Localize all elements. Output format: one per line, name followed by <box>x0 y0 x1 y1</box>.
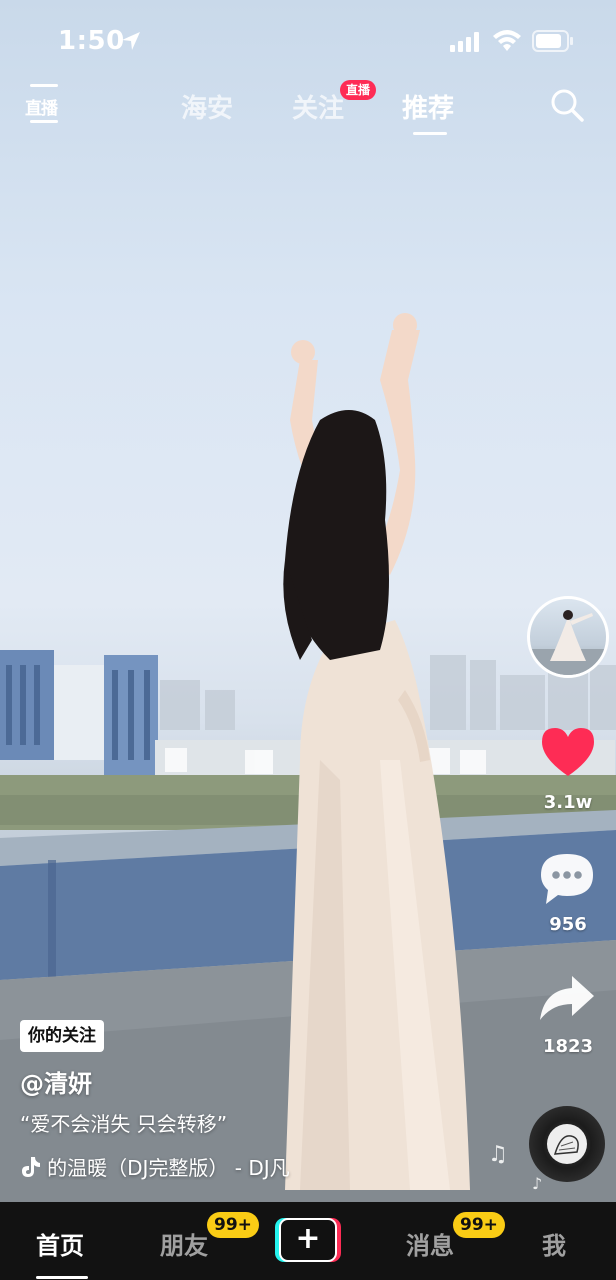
like-heart-icon[interactable] <box>538 724 598 780</box>
music-disc-icon[interactable] <box>529 1106 605 1182</box>
live-tv-icon[interactable]: 直播 <box>24 82 64 126</box>
following-live-badge: 直播 <box>340 80 377 100</box>
messages-badge: 99+ <box>453 1212 505 1238</box>
share-count: 1823 <box>542 1036 594 1057</box>
top-nav: 直播 海安 关注 直播 推荐 <box>0 80 616 136</box>
status-bar: 1:50 <box>0 0 616 84</box>
comment-icon[interactable] <box>538 850 596 908</box>
music-marquee[interactable]: 的温暖（DJ完整版） - DJ凡 <box>20 1152 340 1180</box>
battery-icon <box>532 30 573 52</box>
search-icon[interactable] <box>548 86 586 124</box>
music-note-icon: ♫ <box>488 1142 508 1167</box>
tab-me[interactable]: 我 <box>542 1226 566 1261</box>
music-note-small-icon: ♪ <box>532 1174 543 1193</box>
create-button[interactable]: + <box>275 1218 341 1262</box>
tab-recommended[interactable]: 推荐 <box>402 88 454 125</box>
author-avatar[interactable] <box>527 596 609 678</box>
tab-friends[interactable]: 朋友 <box>160 1226 208 1261</box>
status-time: 1:50 <box>58 26 125 56</box>
bottom-tab-bar: 首页 朋友 99+ + 消息 99+ 我 <box>0 1202 616 1280</box>
tab-local[interactable]: 海安 <box>181 88 233 125</box>
music-cover-sketch-icon <box>553 1135 579 1155</box>
music-title: 的温暖（DJ完整版） - DJ凡 <box>47 1156 290 1180</box>
avatar-image <box>530 610 606 675</box>
home-tab-indicator <box>36 1276 88 1279</box>
like-count: 3.1w <box>543 792 593 813</box>
share-arrow-icon[interactable] <box>538 974 596 1024</box>
tab-messages[interactable]: 消息 <box>406 1226 454 1261</box>
tiktok-note-icon <box>22 1156 40 1177</box>
author-handle[interactable]: @清妍 <box>20 1064 92 1099</box>
plus-icon: + <box>295 1221 321 1256</box>
live-icon-label: 直播 <box>25 99 58 119</box>
active-tab-indicator <box>413 132 447 135</box>
music-cover <box>547 1124 587 1164</box>
wifi-icon <box>493 30 521 51</box>
location-arrow-icon <box>122 32 140 50</box>
tab-following[interactable]: 关注 <box>292 88 344 125</box>
video-description[interactable]: “爱不会消失 只会转移” <box>20 1108 227 1137</box>
following-tag: 你的关注 <box>20 1020 104 1052</box>
tab-home[interactable]: 首页 <box>36 1226 84 1261</box>
friends-badge: 99+ <box>207 1212 259 1238</box>
cellular-signal-icon <box>450 32 479 52</box>
comment-count: 956 <box>549 914 587 935</box>
